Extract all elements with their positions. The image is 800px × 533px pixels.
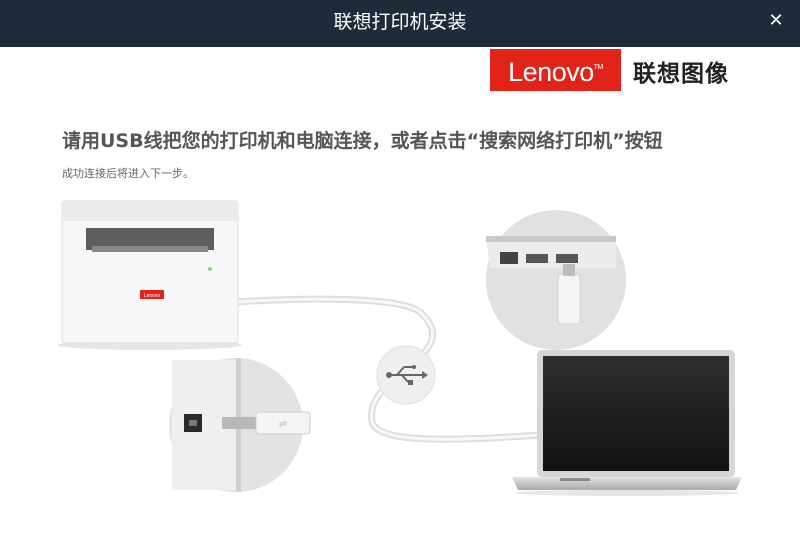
laptop-port-closeup [486,210,626,350]
title-bar: 联想打印机安装 ✕ [0,0,800,47]
close-icon[interactable]: ✕ [764,10,788,34]
instruction-heading: 请用USB线把您的打印机和电脑连接，或者点击“搜索网络打印机”按钮 [62,130,663,152]
logo-trademark: TM [593,64,604,71]
window-title: 联想打印机安装 [333,11,467,33]
usb-symbol-icon [376,345,436,405]
connection-illustration: Lenovo ⇌ [58,200,742,496]
instruction-subtext: 成功连接后将进入下一步。 [62,167,194,180]
printer-icon: Lenovo [58,200,242,350]
lenovo-logo: LenovoTM [490,49,621,91]
usb-port-closeup: ⇌ [169,358,311,492]
laptop-icon [512,350,742,496]
svg-text:⇌: ⇌ [279,419,287,430]
logo-text: Lenovo [508,57,594,87]
printer-label: Lenovo [144,293,161,299]
brand-name: 联想图像 [633,61,729,87]
